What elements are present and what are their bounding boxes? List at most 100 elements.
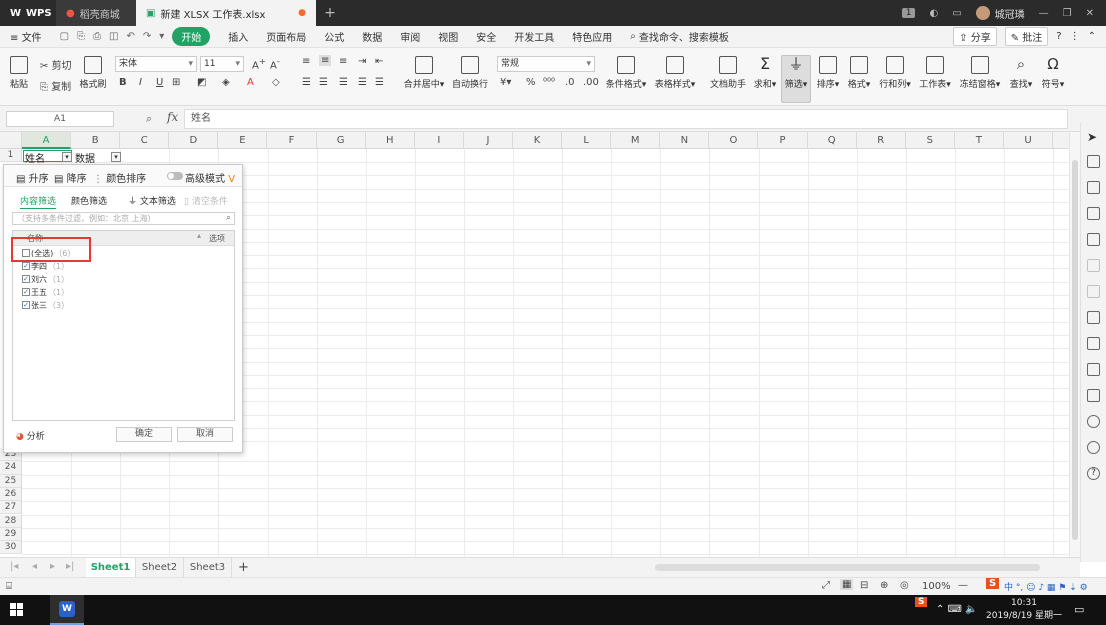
row-header[interactable]: 28 [0,514,22,528]
wps-home-tab[interactable]: W WPS [0,0,56,26]
checkbox-checked[interactable]: ✓ [22,275,30,283]
menu-review[interactable]: 审阅 [400,29,420,44]
table-icon[interactable] [1087,207,1100,220]
menu-data[interactable]: 数据 [362,29,382,44]
clear-format-icon[interactable]: ◇ [272,77,280,88]
align-center-icon[interactable]: ☰ [319,77,328,88]
macro-icon[interactable]: ⌸ [6,581,12,592]
image-icon[interactable] [1087,389,1100,402]
print-icon[interactable]: ⎙ [93,31,101,42]
column-header-a[interactable]: A [22,132,72,149]
more-menu-icon[interactable]: ⋮ [1070,31,1080,42]
formula-input[interactable]: 姓名 [184,109,1068,129]
percent-icon[interactable]: % [526,77,536,88]
bold-icon[interactable]: B [119,77,127,88]
doc-helper-button[interactable]: 文档助手 [708,56,748,90]
column-header-i[interactable]: I [415,132,464,149]
column-header-e[interactable]: E [218,132,268,149]
column-header-s[interactable]: S [906,132,955,149]
horizontal-scrollbar[interactable] [655,564,1040,571]
column-header-j[interactable]: J [464,132,513,149]
row-header[interactable]: 1 [0,149,22,162]
sheet-tab-1[interactable]: Sheet1 [86,558,136,577]
command-search[interactable]: ⌕ 查找命令、搜索模板 [630,29,729,44]
eye-care-icon[interactable]: ◎ [900,580,909,591]
border-icon[interactable]: ⊞ [172,77,180,88]
unsaved-dot-icon[interactable]: ● [298,8,306,18]
share-button[interactable]: ⇪ 分享 [953,27,997,46]
list-options-button[interactable]: 选项 [209,233,225,244]
export-pdf-icon[interactable] [1087,337,1100,350]
backup-icon[interactable] [1087,311,1100,324]
list-item[interactable]: ✓ 张三 （3） [22,299,69,311]
taskbar-wps-app[interactable]: W [50,595,84,625]
store-tab[interactable]: ● 稻壳商城 [56,0,136,26]
tab-color-filter[interactable]: 颜色筛选 [71,194,107,207]
column-header-r[interactable]: R [857,132,906,149]
row-header[interactable]: 25 [0,474,22,488]
align-right-icon[interactable]: ☰ [339,77,348,88]
distribute-icon[interactable]: ☰ [375,77,384,88]
prev-sheet-icon[interactable]: ◂ [32,561,37,572]
fullscreen-icon[interactable]: ⤢ [822,580,830,591]
window-count-badge[interactable]: 1 [901,8,916,18]
close-icon[interactable]: ✕ [1086,8,1094,19]
checkbox-checked[interactable]: ✓ [22,301,30,309]
file-menu[interactable]: ≡ 文件 [10,29,42,44]
menu-home[interactable]: 开始 [172,27,211,46]
column-header-d[interactable]: D [169,132,219,149]
next-sheet-icon[interactable]: ▸ [50,561,55,572]
system-clock[interactable]: 10:31 2019/8/19 星期一 [986,597,1062,623]
highlight-icon[interactable]: ◈ [222,77,230,88]
menu-page-layout[interactable]: 页面布局 [266,29,306,44]
color-sort-button[interactable]: ⋮ 颜色排序 [93,170,146,185]
decrease-decimal-icon[interactable]: .00 [583,77,599,88]
tab-content-filter[interactable]: 内容筛选 [20,194,57,209]
new-tab-button[interactable]: + [316,0,344,26]
select-pointer-icon[interactable]: ➤ [1087,130,1100,144]
sheet-tab-3[interactable]: Sheet3 [184,558,232,577]
number-format-select[interactable]: 常规 [497,56,595,72]
align-top-icon[interactable]: ≡ [302,56,310,67]
fx-icon[interactable]: fx [167,110,178,124]
align-bottom-icon[interactable]: ≡ [339,56,347,67]
column-header-p[interactable]: P [759,132,808,149]
clear-conditions-button[interactable]: ▯ 清空条件 [184,194,228,207]
column-header-g[interactable]: G [317,132,366,149]
column-header-o[interactable]: O [709,132,759,149]
sort-button[interactable]: 排序▾ [815,56,841,90]
wrap-text-button[interactable]: 自动换行 [452,56,488,90]
column-header-c[interactable]: C [120,132,170,149]
restore-icon[interactable]: ❐ [1063,8,1072,19]
history-icon[interactable] [1087,363,1100,376]
text-filter-button[interactable]: ⏚ 文本筛选 [128,194,176,207]
merge-center-button[interactable]: 合并居中▾ [402,56,446,90]
row-header[interactable]: 29 [0,527,22,542]
help-circle-icon[interactable]: ? [1087,467,1100,480]
row-col-button[interactable]: 行和列▾ [878,56,912,90]
sum-button[interactable]: Σ 求和▾ [752,56,778,91]
row-header[interactable]: 27 [0,501,22,515]
paste-button[interactable]: 粘贴 [6,56,32,90]
analyze-button[interactable]: ◕ 分析 [16,429,45,442]
menu-special[interactable]: 特色应用 [572,29,612,44]
user-account[interactable]: 城冠璘 [975,6,1025,21]
justify-icon[interactable]: ☰ [358,77,367,88]
fill-color-icon[interactable]: ◩ [197,77,206,88]
list-item[interactable]: ✓ 刘六 （1） [22,273,69,285]
menu-view[interactable]: 视图 [438,29,458,44]
column-header-f[interactable]: F [268,132,317,149]
column-header-n[interactable]: N [660,132,710,149]
tray-ime-icon[interactable]: S [915,597,928,607]
checkbox-checked[interactable]: ✓ [22,262,30,270]
more-icon[interactable]: ▾ [159,31,164,42]
reading-view-icon[interactable]: ⊕ [880,580,888,591]
align-left-icon[interactable]: ☰ [302,77,311,88]
column-header-m[interactable]: M [611,132,661,149]
filter-button[interactable]: ⏚ 筛选▾ [782,56,810,90]
document-tab[interactable]: ▣ 新建 XLSX 工作表.xlsx ● [136,0,316,26]
grow-font-icon[interactable]: A+ [252,56,266,71]
undo-icon[interactable]: ↶ [126,31,134,42]
underline-icon[interactable]: U [156,77,163,88]
shape-icon[interactable] [1087,155,1100,168]
